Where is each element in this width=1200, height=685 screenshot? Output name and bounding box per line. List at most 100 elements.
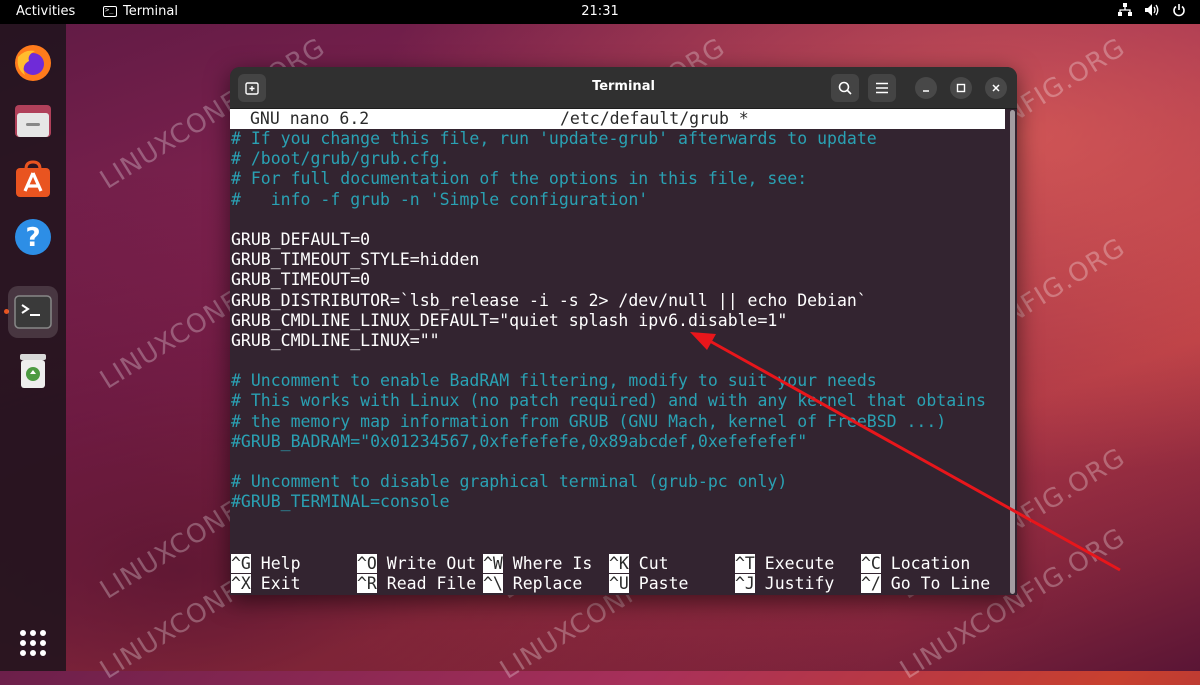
shortcut-label: Write Out xyxy=(376,554,477,573)
minimize-icon xyxy=(923,90,929,92)
apps-grid-button[interactable] xyxy=(10,620,56,666)
shortcut-key: ^C xyxy=(861,554,881,573)
file-line: #GRUB_TERMINAL=console xyxy=(231,492,450,512)
shortcut-key: ^T xyxy=(735,554,755,573)
terminal-app-icon: >_ xyxy=(103,6,117,17)
close-button[interactable] xyxy=(985,77,1007,99)
file-line xyxy=(231,210,986,230)
volume-icon[interactable] xyxy=(1144,3,1160,17)
shortcut-row: ^X Exit ^R Read File ^\ Replace ^U Paste ^J … xyxy=(231,574,1006,594)
help-icon: ? xyxy=(15,219,51,255)
search-icon xyxy=(838,81,852,95)
close-icon xyxy=(992,84,1000,92)
shortcut-item[interactable]: ^R Read File xyxy=(357,574,476,594)
file-line: GRUB_TIMEOUT=0 xyxy=(231,270,371,290)
file-line: # If you change this file, run 'update-g… xyxy=(231,129,877,148)
file-line: # /boot/grub/grub.cfg. xyxy=(231,149,450,169)
maximize-icon xyxy=(956,83,966,93)
shortcut-key: ^K xyxy=(609,554,629,573)
shortcut-label: Execute xyxy=(754,554,835,573)
dock-item-help[interactable]: ? xyxy=(10,214,56,260)
shortcut-item[interactable]: ^/ Go To Line xyxy=(861,574,990,594)
file-line: GRUB_DEFAULT=0 xyxy=(231,229,371,249)
file-line: GRUB_TIMEOUT_STYLE=hidden xyxy=(231,250,480,270)
shortcut-item[interactable]: ^T Execute xyxy=(735,554,834,574)
file-line: # Uncomment to disable graphical termina… xyxy=(231,472,788,492)
trash-icon xyxy=(20,354,46,388)
file-content[interactable]: # If you change this file, run 'update-g… xyxy=(231,129,986,513)
shortcut-label: Justify xyxy=(754,574,835,594)
software-icon xyxy=(16,160,50,197)
terminal-icon xyxy=(14,295,52,329)
file-line: # For full documentation of the options … xyxy=(231,169,808,189)
menu-button[interactable] xyxy=(868,74,896,102)
search-button[interactable] xyxy=(831,74,859,102)
shortcut-label: Read File xyxy=(376,574,477,594)
shortcut-item[interactable]: ^W Where Is xyxy=(483,554,592,574)
shortcut-item[interactable]: ^U Paste xyxy=(609,574,688,594)
dock-item-software[interactable] xyxy=(10,156,56,202)
files-icon xyxy=(15,105,51,137)
shortcut-item[interactable]: ^C Location xyxy=(861,554,970,574)
shortcut-item[interactable]: ^\ Replace xyxy=(483,574,582,594)
shortcut-key: ^X xyxy=(231,574,251,594)
shortcut-label: Help xyxy=(250,554,301,573)
shortcut-item[interactable]: ^J Justify xyxy=(735,574,834,594)
dock-item-firefox[interactable] xyxy=(10,40,56,86)
file-line: #GRUB_BADRAM="0x01234567,0xfefefefe,0x89… xyxy=(231,431,808,451)
terminal-content[interactable]: GNU nano 6.2 /etc/default/grub * # If yo… xyxy=(230,109,1017,595)
shortcut-item[interactable]: ^O Write Out xyxy=(357,554,476,574)
apps-grid-icon xyxy=(20,630,46,656)
top-bar: Activities >_ Terminal 21:31 xyxy=(0,0,1200,24)
network-icon[interactable] xyxy=(1118,3,1132,17)
file-line: GRUB_DISTRIBUTOR=`lsb_release -i -s 2> /… xyxy=(231,290,867,310)
activities-button[interactable]: Activities xyxy=(16,4,75,19)
file-line: # the memory map information from GRUB (… xyxy=(231,411,947,431)
file-line xyxy=(231,351,986,371)
window-title: Terminal xyxy=(592,79,655,94)
maximize-button[interactable] xyxy=(950,77,972,99)
nano-filename: /etc/default/grub * xyxy=(560,109,749,128)
file-line: # This works with Linux (no patch requir… xyxy=(231,391,986,411)
shortcut-row: ^G Help ^O Write Out ^W Where Is ^K Cut ^T E… xyxy=(231,554,1006,574)
shortcut-item[interactable]: ^K Cut xyxy=(609,554,669,574)
shortcut-item[interactable]: ^X Exit xyxy=(231,574,301,594)
shortcut-key: ^\ xyxy=(483,574,503,594)
shortcut-label: Replace xyxy=(502,574,583,594)
system-tray[interactable] xyxy=(1118,3,1186,17)
dock-item-trash[interactable] xyxy=(10,348,56,394)
hamburger-menu-icon xyxy=(876,82,888,94)
file-line: GRUB_CMDLINE_LINUX="" xyxy=(231,330,440,350)
dock-item-files[interactable] xyxy=(10,98,56,144)
terminal-window: Terminal GNU nano 6.2 /etc/default/grub … xyxy=(230,67,1017,595)
shortcut-item[interactable]: ^G Help xyxy=(231,554,301,574)
scrollbar[interactable] xyxy=(1010,110,1015,594)
shortcut-label: Cut xyxy=(628,554,669,573)
shortcut-key: ^U xyxy=(609,574,629,594)
clock[interactable]: 21:31 xyxy=(0,4,1200,19)
shortcut-label: Go To Line xyxy=(880,574,991,594)
app-menu[interactable]: >_ Terminal xyxy=(103,4,178,19)
shortcut-key: ^O xyxy=(357,554,377,573)
minimize-button[interactable] xyxy=(915,77,937,99)
file-line: GRUB_CMDLINE_LINUX_DEFAULT="quiet splash… xyxy=(231,310,788,330)
shortcut-key: ^J xyxy=(735,574,755,594)
shortcut-key: ^/ xyxy=(861,574,881,594)
dock: ? xyxy=(0,24,66,671)
nano-shortcut-bar: ^G Help ^O Write Out ^W Where Is ^K Cut ^T E… xyxy=(231,554,1006,594)
shortcut-key: ^G xyxy=(231,554,251,573)
file-line xyxy=(231,452,986,472)
file-line: # info -f grub -n 'Simple configuration' xyxy=(231,189,649,209)
shortcut-label: Location xyxy=(880,554,971,573)
nano-version: GNU nano 6.2 xyxy=(250,109,370,128)
app-menu-label: Terminal xyxy=(123,4,178,19)
svg-text:?: ? xyxy=(25,223,40,253)
window-titlebar[interactable]: Terminal xyxy=(230,67,1017,109)
shortcut-label: Where Is xyxy=(502,554,593,573)
dock-item-terminal[interactable] xyxy=(8,286,58,338)
shortcut-key: ^W xyxy=(483,554,503,573)
shortcut-label: Exit xyxy=(250,574,301,594)
power-icon[interactable] xyxy=(1172,3,1186,17)
shortcut-label: Paste xyxy=(628,574,689,594)
file-line: # Uncomment to enable BadRAM filtering, … xyxy=(231,371,877,391)
